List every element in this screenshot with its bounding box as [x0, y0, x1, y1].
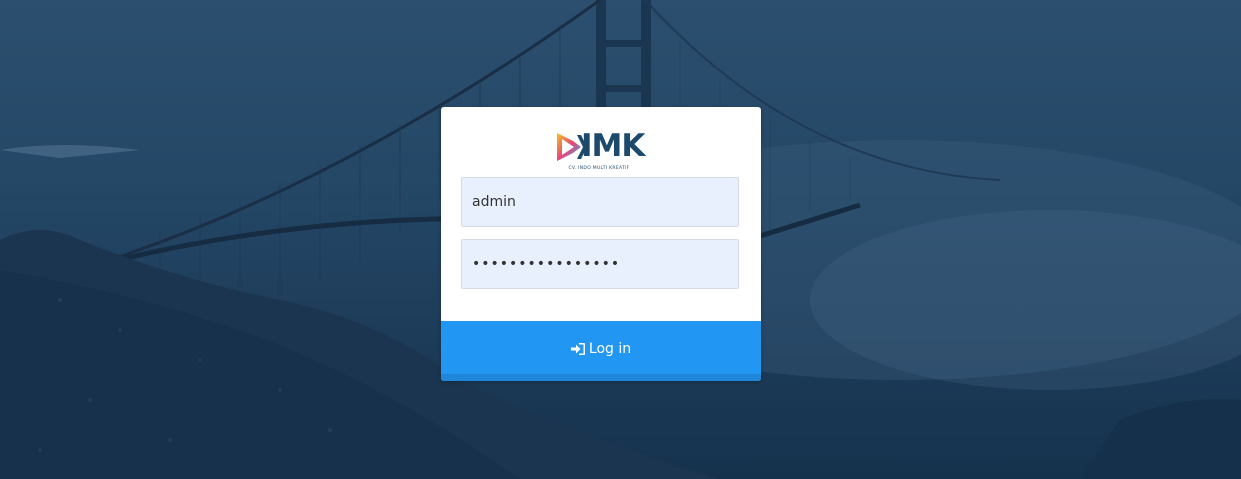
- login-button[interactable]: Log in: [441, 321, 761, 381]
- sign-in-icon: [570, 343, 585, 355]
- password-input[interactable]: [461, 239, 739, 289]
- login-card: IMK CV. INDO MULTI KREATIF Log in: [441, 107, 761, 381]
- logo-text: IMK: [581, 128, 645, 164]
- logo-tagline: CV. INDO MULTI KREATIF: [568, 166, 630, 171]
- login-button-label: Log in: [588, 341, 632, 357]
- company-logo: IMK CV. INDO MULTI KREATIF: [553, 127, 649, 173]
- username-input[interactable]: [461, 177, 739, 227]
